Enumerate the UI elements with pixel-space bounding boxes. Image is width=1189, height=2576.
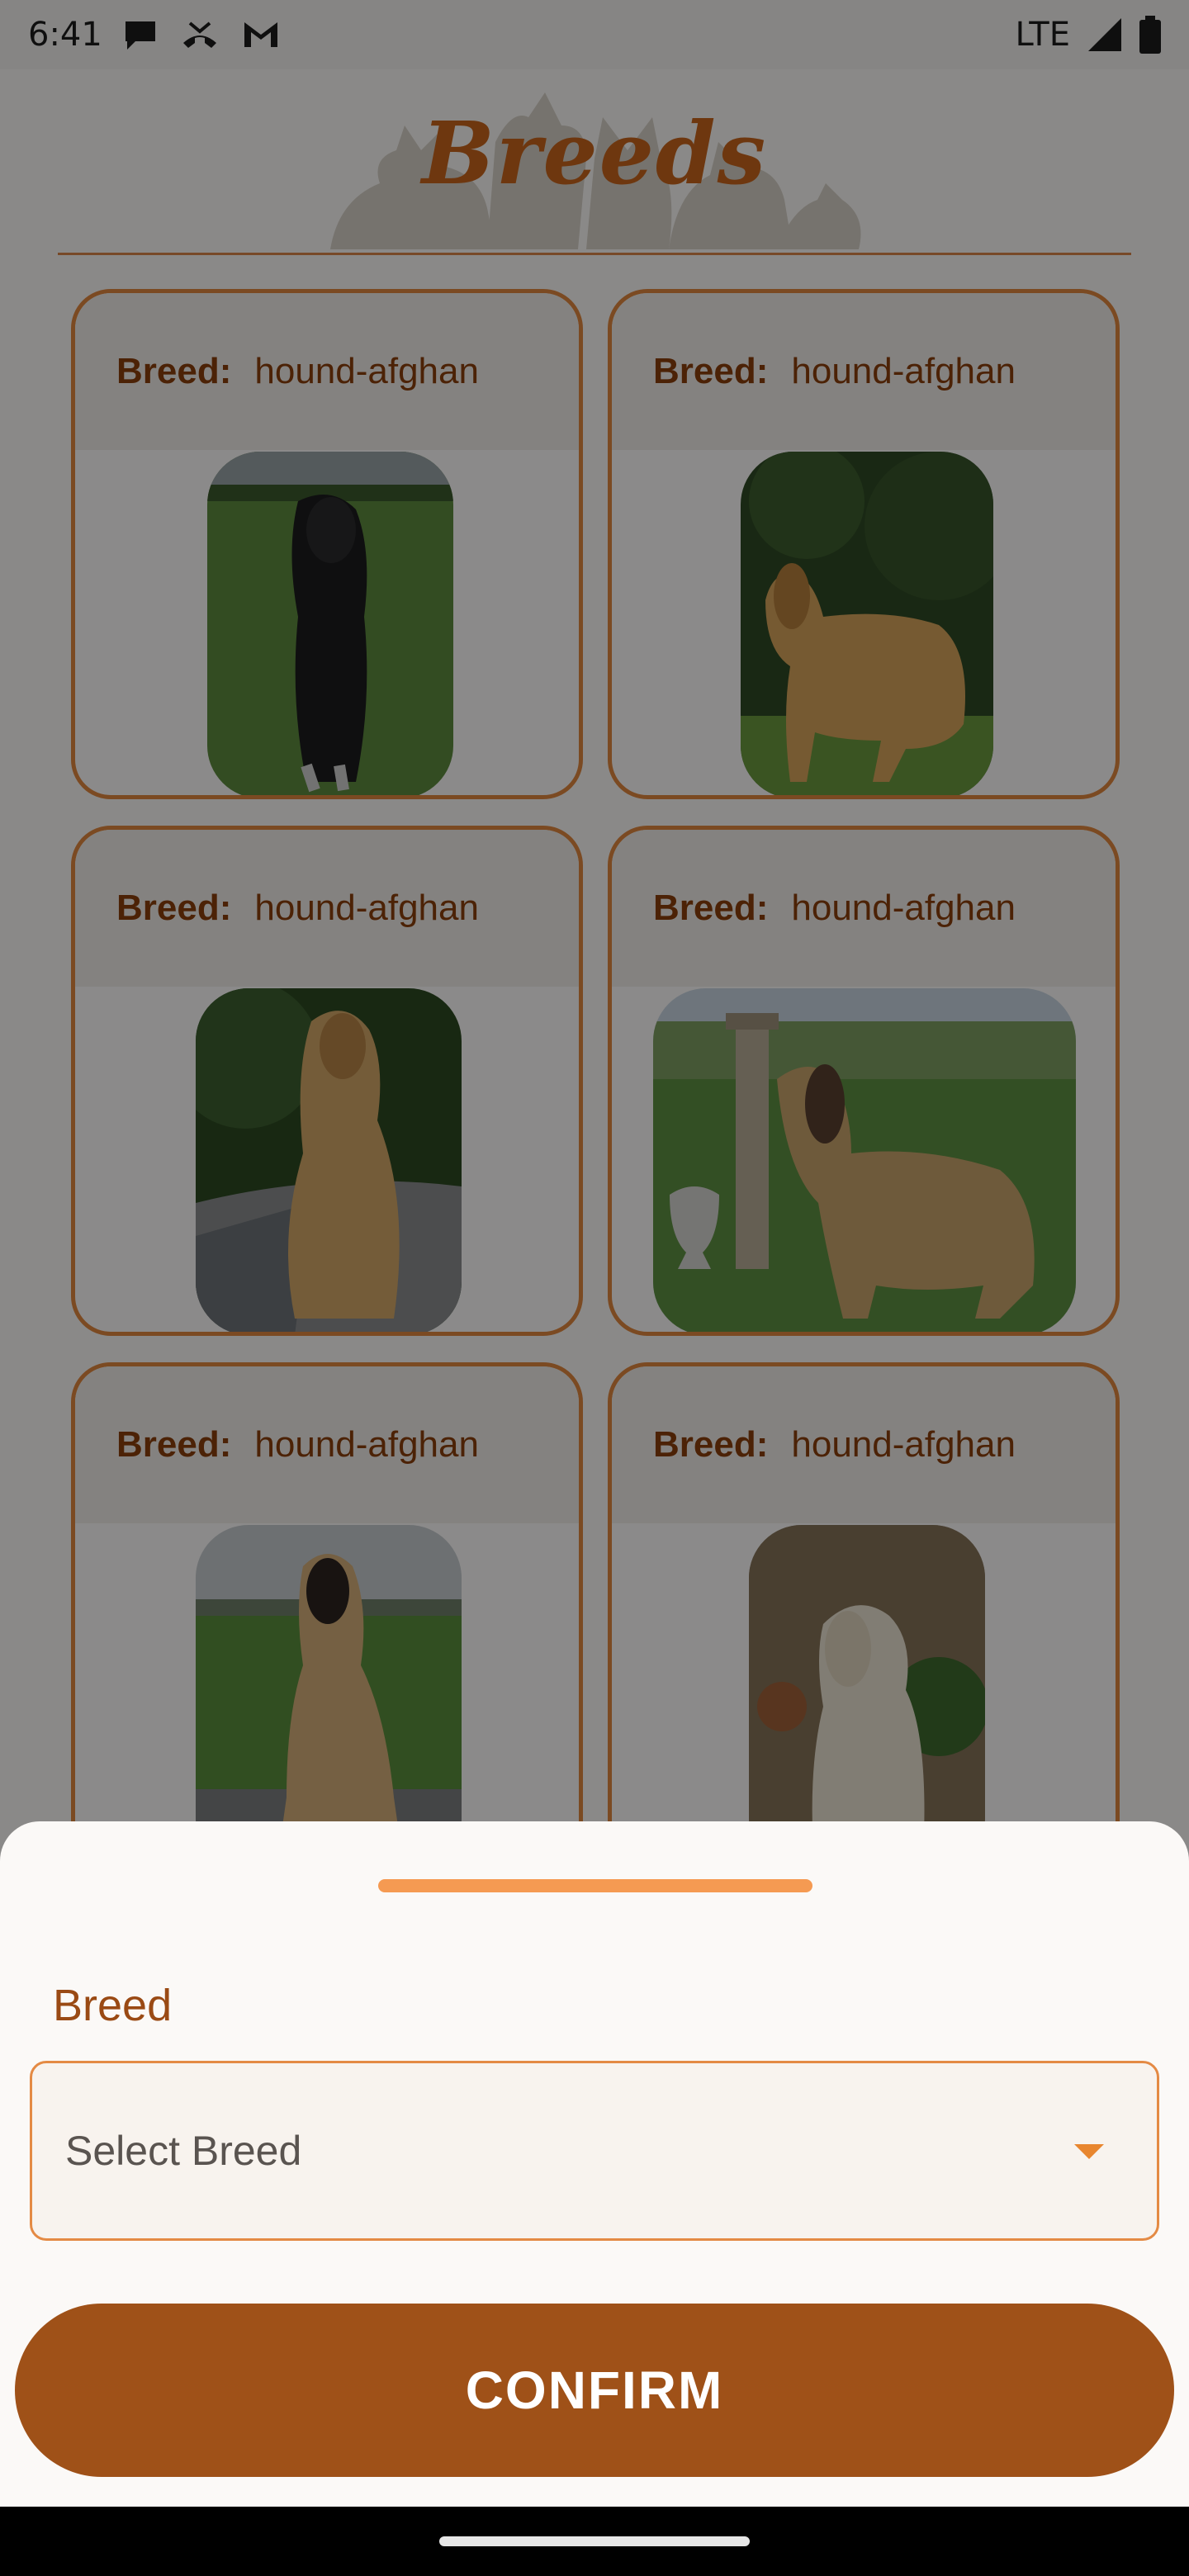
drag-handle[interactable]	[378, 1879, 812, 1892]
system-nav-bar	[0, 2507, 1189, 2576]
home-gesture-pill[interactable]	[439, 2536, 750, 2546]
breed-select[interactable]: Select Breed	[30, 2061, 1159, 2241]
app-screen: 6:41 LTE Breeds Breed: hound-afghan Bree…	[0, 0, 1189, 2576]
dropdown-arrow-icon	[1074, 2144, 1104, 2159]
breed-field-label: Breed	[53, 1981, 173, 2030]
confirm-button[interactable]: CONFIRM	[15, 2304, 1174, 2477]
breed-bottom-sheet: Breed Select Breed CONFIRM	[0, 1821, 1189, 2507]
select-placeholder: Select Breed	[65, 2128, 302, 2174]
